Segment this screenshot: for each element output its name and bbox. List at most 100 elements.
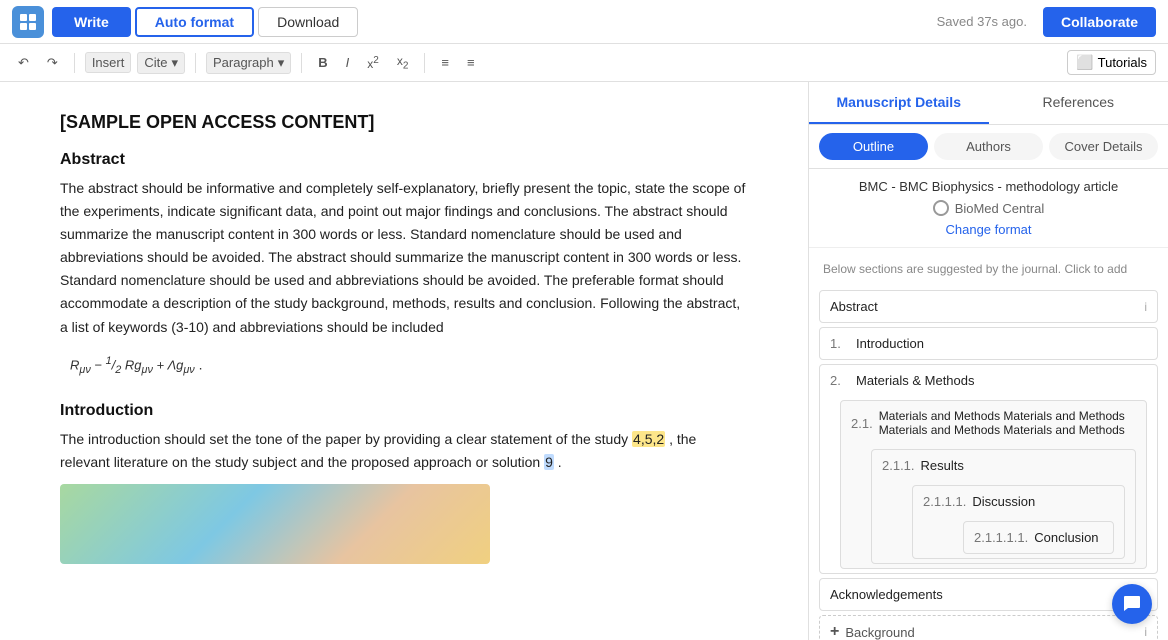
abstract-label: Abstract: [830, 299, 1144, 314]
section-materials-header: 2. Materials & Methods: [820, 365, 1157, 396]
intro-text: The introduction should set the tone of …: [60, 428, 748, 474]
section-abstract[interactable]: Abstract i: [819, 290, 1158, 323]
section-introduction-header: 1. Introduction: [820, 328, 1157, 359]
section-introduction[interactable]: 1. Introduction: [819, 327, 1158, 360]
section-abstract-header: Abstract i: [820, 291, 1157, 322]
biomed-logo: BioMed Central: [823, 200, 1154, 216]
italic-button[interactable]: I: [340, 52, 356, 73]
doc-title: [SAMPLE OPEN ACCESS CONTENT]: [60, 112, 748, 133]
tutorials-icon: ⬜: [1076, 54, 1093, 71]
section-materials-sub-header: 2.1. Materials and Methods Materials and…: [841, 401, 1146, 445]
separator-1: [74, 53, 75, 73]
toolbar-right: ⬜ Tutorials: [1067, 50, 1156, 75]
tab-manuscript-details[interactable]: Manuscript Details: [809, 82, 989, 124]
section-materials[interactable]: 2. Materials & Methods 2.1. Materials an…: [819, 364, 1158, 574]
paragraph-chevron: ▾: [278, 55, 285, 71]
conclusion-label: Conclusion: [1034, 530, 1103, 545]
undo-button[interactable]: ↶: [12, 52, 35, 74]
cite-chevron: ▾: [171, 55, 178, 71]
saved-status: Saved 37s ago.: [937, 14, 1027, 29]
download-button[interactable]: Download: [258, 7, 358, 37]
results-number: 2.1.1.: [882, 458, 915, 473]
change-format-link[interactable]: Change format: [823, 222, 1154, 237]
biomed-circle-icon: [933, 200, 949, 216]
tab-references[interactable]: References: [989, 82, 1168, 124]
journal-name: BMC - BMC Biophysics - methodology artic…: [823, 179, 1154, 194]
section-discussion-header: 2.1.1.1. Discussion: [913, 486, 1124, 517]
formula-period: .: [199, 356, 203, 372]
paragraph-label: Paragraph: [213, 55, 274, 70]
results-label: Results: [921, 458, 1125, 473]
formula: Rμν − 1/2 Rgμν + Λgμν: [70, 355, 195, 376]
intro-number: 1.: [830, 336, 850, 351]
acknowledgements-label: Acknowledgements: [830, 587, 1144, 602]
tutorials-button[interactable]: ⬜ Tutorials: [1067, 50, 1156, 75]
section-results[interactable]: 2.1.1. Results 2.1.1.1. Discussion: [871, 449, 1136, 564]
nav-right: Saved 37s ago. Collaborate: [937, 7, 1156, 37]
paragraph-button[interactable]: Paragraph ▾: [206, 52, 291, 74]
discussion-number: 2.1.1.1.: [923, 494, 966, 509]
add-icon-background: +: [830, 623, 839, 640]
background-info-icon[interactable]: i: [1144, 625, 1147, 639]
top-navbar: Write Auto format Download Saved 37s ago…: [0, 0, 1168, 44]
editor-toolbar: ↶ ↷ Insert Cite ▾ Paragraph ▾ B I x2 x2 …: [0, 44, 1168, 82]
section-materials-sub[interactable]: 2.1. Materials and Methods Materials and…: [840, 400, 1147, 569]
separator-4: [424, 53, 425, 73]
subscript-button[interactable]: x2: [391, 51, 415, 74]
section-results-header: 2.1.1. Results: [872, 450, 1135, 481]
intro-text-before: The introduction should set the tone of …: [60, 431, 628, 447]
main-layout: [SAMPLE OPEN ACCESS CONTENT] Abstract Th…: [0, 82, 1168, 640]
insert-label: Insert: [92, 55, 125, 70]
section-discussion[interactable]: 2.1.1.1. Discussion 2.1.1.1.1. Conclusio…: [912, 485, 1125, 559]
materials-label: Materials & Methods: [856, 373, 1147, 388]
materials-sub-number: 2.1.: [851, 416, 873, 431]
intro-text-end: .: [558, 454, 562, 470]
right-panel: Manuscript Details References Outline Au…: [808, 82, 1168, 640]
section-conclusion-header: 2.1.1.1.1. Conclusion: [964, 522, 1113, 553]
tutorials-label: Tutorials: [1098, 55, 1147, 70]
align-button[interactable]: ≡: [435, 52, 455, 73]
intro-citation-1: 4,5,2: [632, 431, 665, 447]
cite-label: Cite: [144, 55, 167, 70]
superscript-button[interactable]: x2: [361, 52, 385, 74]
conclusion-number: 2.1.1.1.1.: [974, 530, 1028, 545]
nav-left: Write Auto format Download: [12, 6, 358, 38]
separator-2: [195, 53, 196, 73]
separator-3: [301, 53, 302, 73]
background-label: Background: [845, 625, 914, 640]
bold-button[interactable]: B: [312, 52, 333, 73]
section-conclusion[interactable]: 2.1.1.1.1. Conclusion: [963, 521, 1114, 554]
materials-sub-label: Materials and Methods Materials and Meth…: [879, 409, 1136, 437]
autoformat-button[interactable]: Auto format: [135, 7, 254, 37]
formula-container: Rμν − 1/2 Rgμν + Λgμν .: [60, 347, 748, 384]
redo-button[interactable]: ↷: [41, 52, 64, 74]
content-image: [60, 484, 490, 564]
cite-button[interactable]: Cite ▾: [137, 52, 185, 74]
intro-citation-2: 9: [544, 454, 554, 470]
section-acknowledgements[interactable]: Acknowledgements i: [819, 578, 1158, 611]
sub-tabs: Outline Authors Cover Details: [809, 125, 1168, 169]
editor-area[interactable]: [SAMPLE OPEN ACCESS CONTENT] Abstract Th…: [0, 82, 808, 640]
insert-button[interactable]: Insert: [85, 52, 132, 73]
write-button[interactable]: Write: [52, 7, 131, 37]
write-autoformat-buttons: Write Auto format Download: [52, 7, 358, 37]
subtab-authors[interactable]: Authors: [934, 133, 1043, 160]
materials-number: 2.: [830, 373, 850, 388]
abstract-heading: Abstract: [60, 151, 748, 169]
outline-hint: Below sections are suggested by the jour…: [809, 256, 1168, 286]
discussion-label: Discussion: [972, 494, 1114, 509]
subtab-cover-details[interactable]: Cover Details: [1049, 133, 1158, 160]
collaborate-button[interactable]: Collaborate: [1043, 7, 1156, 37]
intro-label: Introduction: [856, 336, 1147, 351]
biomed-central-label: BioMed Central: [955, 201, 1045, 216]
app-logo[interactable]: [12, 6, 44, 38]
journal-info: BMC - BMC Biophysics - methodology artic…: [809, 169, 1168, 248]
abstract-info-icon[interactable]: i: [1144, 300, 1147, 314]
subtab-outline[interactable]: Outline: [819, 133, 928, 160]
list-button[interactable]: ≡: [461, 52, 481, 73]
section-acknowledgements-header: Acknowledgements i: [820, 579, 1157, 610]
chat-bubble-button[interactable]: [1112, 584, 1152, 624]
add-background[interactable]: + Background i: [819, 615, 1158, 640]
introduction-heading: Introduction: [60, 402, 748, 420]
panel-tabs: Manuscript Details References: [809, 82, 1168, 125]
